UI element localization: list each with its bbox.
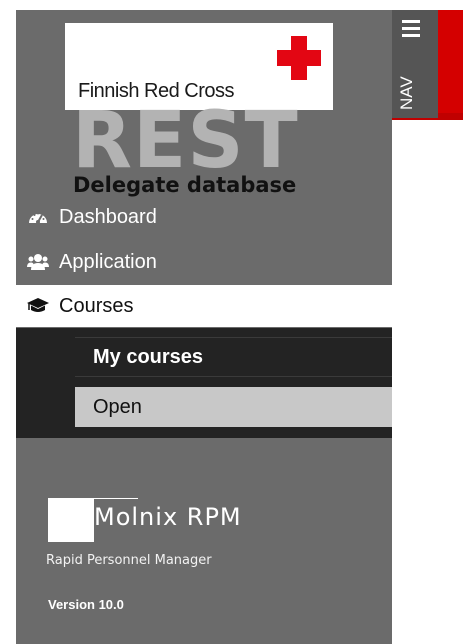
app-subtitle: Delegate database [73, 173, 297, 197]
users-icon [27, 251, 49, 273]
nav-toggle-label: NAV [397, 76, 416, 110]
dashboard-gauge-icon [27, 206, 49, 228]
graduation-cap-icon [27, 295, 49, 317]
molnix-logo-line [94, 498, 138, 499]
nav-accent-bar [438, 10, 463, 120]
hamburger-menu-icon [402, 20, 420, 41]
sidebar-item-label: Dashboard [59, 205, 157, 228]
molnix-logo-block [48, 498, 94, 542]
vendor-tagline: Rapid Personnel Manager [46, 553, 212, 568]
sidebar-item-dashboard[interactable]: Dashboard [16, 196, 392, 238]
sidebar-item-label: Application [59, 250, 157, 273]
app-version: Version 10.0 [48, 597, 124, 612]
molnix-logo: Molnix RPM [48, 498, 268, 542]
courses-submenu: My courses Open [16, 328, 392, 438]
vendor-name: Molnix RPM [94, 503, 242, 531]
sidebar-item-application[interactable]: Application [16, 241, 392, 283]
sidebar-item-courses[interactable]: Courses [16, 285, 392, 327]
submenu-item-my-courses[interactable]: My courses [75, 337, 392, 377]
red-cross-icon [277, 36, 321, 80]
submenu-item-open[interactable]: Open [75, 387, 392, 427]
nav-toggle-button[interactable]: NAV [392, 10, 438, 118]
sidebar: Finnish Red Cross REST Delegate database… [16, 10, 392, 644]
app-logo-word: REST [72, 96, 299, 186]
sidebar-item-label: Courses [59, 294, 134, 317]
